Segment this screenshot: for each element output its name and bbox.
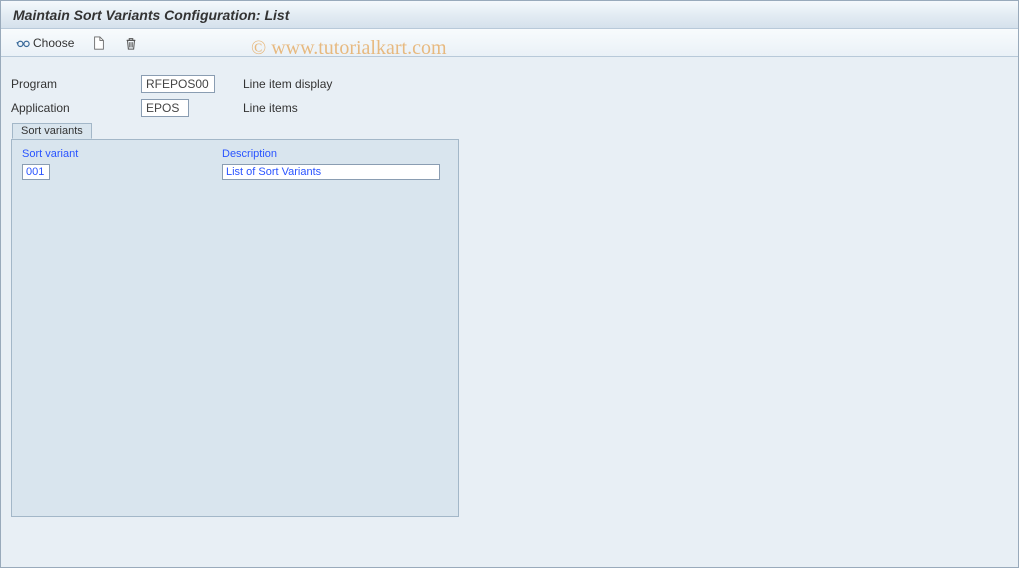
page-title: Maintain Sort Variants Configuration: Li… [13, 7, 289, 23]
header-bar: Maintain Sort Variants Configuration: Li… [1, 1, 1018, 29]
table-header-row: Sort variant Description [22, 148, 448, 160]
content-area: Program Line item display Application Li… [1, 57, 1018, 567]
application-field[interactable] [141, 99, 189, 117]
page-icon [92, 36, 106, 50]
program-row: Program Line item display [11, 75, 1008, 93]
table-row [22, 164, 448, 180]
sort-variants-panel: Sort variants Sort variant Description [11, 139, 459, 517]
application-desc: Line items [243, 101, 298, 115]
program-label: Program [11, 77, 141, 91]
new-button[interactable] [87, 33, 111, 53]
program-field[interactable] [141, 75, 215, 93]
col-header-description: Description [222, 148, 448, 160]
col-header-variant: Sort variant [22, 148, 222, 160]
panel-body: Sort variant Description [12, 140, 458, 188]
variant-cell[interactable] [22, 164, 50, 180]
choose-button[interactable]: Choose [11, 33, 79, 53]
program-desc: Line item display [243, 77, 332, 91]
glasses-icon [16, 36, 30, 50]
panel-title: Sort variants [12, 123, 92, 139]
application-label: Application [11, 101, 141, 115]
description-cell[interactable] [222, 164, 440, 180]
toolbar: Choose [1, 29, 1018, 57]
delete-button[interactable] [119, 33, 143, 53]
application-row: Application Line items [11, 99, 1008, 117]
trash-icon [124, 36, 138, 50]
choose-button-label: Choose [33, 36, 74, 50]
